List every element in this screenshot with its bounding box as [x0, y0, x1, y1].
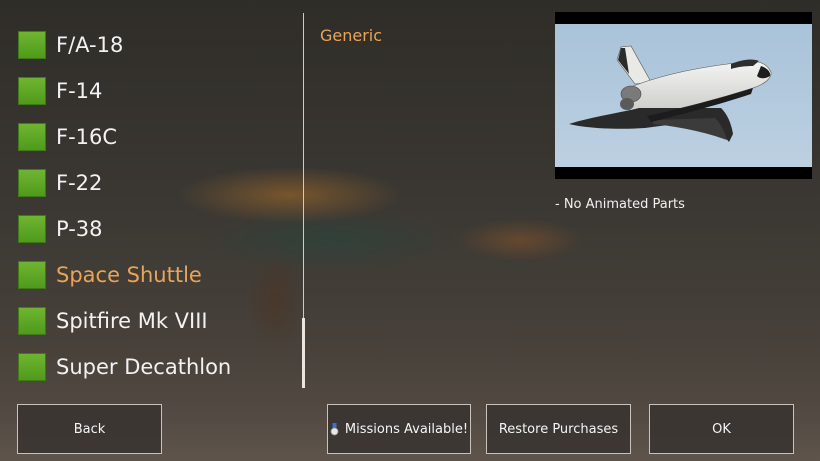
- checkbox-icon[interactable]: [18, 169, 46, 197]
- checkbox-icon[interactable]: [18, 123, 46, 151]
- aircraft-preview-image: [555, 12, 812, 179]
- aircraft-item-label: F-22: [56, 171, 103, 195]
- ok-button-label: OK: [712, 421, 731, 437]
- list-scrollbar-thumb[interactable]: [302, 318, 305, 388]
- checkbox-icon[interactable]: [18, 307, 46, 335]
- aircraft-item-f16c[interactable]: F-16C: [18, 114, 288, 160]
- checkbox-icon[interactable]: [18, 31, 46, 59]
- aircraft-item-label: P-38: [56, 217, 103, 241]
- aircraft-item-super-decathlon[interactable]: Super Decathlon: [18, 344, 288, 390]
- aircraft-item-f22[interactable]: F-22: [18, 160, 288, 206]
- aircraft-item-space-shuttle[interactable]: Space Shuttle: [18, 252, 288, 298]
- restore-purchases-button[interactable]: Restore Purchases: [486, 404, 631, 454]
- ok-button[interactable]: OK: [649, 404, 794, 454]
- missions-available-button[interactable]: Missions Available!: [327, 404, 471, 454]
- space-shuttle-image: [555, 24, 812, 167]
- feature-note: - No Animated Parts: [555, 197, 685, 212]
- aircraft-item-label: F-14: [56, 79, 103, 103]
- aircraft-list: F/A-18 F-14 F-16C F-22 P-38 Space Shuttl…: [18, 22, 288, 390]
- back-button[interactable]: Back: [17, 404, 162, 454]
- aircraft-item-f14[interactable]: F-14: [18, 68, 288, 114]
- aircraft-item-label: Space Shuttle: [56, 263, 202, 287]
- checkbox-icon[interactable]: [18, 215, 46, 243]
- aircraft-item-label: F-16C: [56, 125, 118, 149]
- aircraft-item-p38[interactable]: P-38: [18, 206, 288, 252]
- back-button-label: Back: [73, 421, 106, 437]
- aircraft-item-label: F/A-18: [56, 33, 124, 57]
- aircraft-item-fa18[interactable]: F/A-18: [18, 22, 288, 68]
- checkbox-icon[interactable]: [18, 353, 46, 381]
- aircraft-item-label: Spitfire Mk VIII: [56, 309, 208, 333]
- checkbox-icon[interactable]: [18, 261, 46, 289]
- medal-icon: [330, 422, 339, 436]
- missions-available-label: Missions Available!: [344, 421, 469, 437]
- aircraft-category: Generic: [320, 26, 383, 45]
- checkbox-icon[interactable]: [18, 77, 46, 105]
- restore-purchases-label: Restore Purchases: [498, 421, 619, 437]
- aircraft-item-label: Super Decathlon: [56, 355, 232, 379]
- aircraft-item-spitfire[interactable]: Spitfire Mk VIII: [18, 298, 288, 344]
